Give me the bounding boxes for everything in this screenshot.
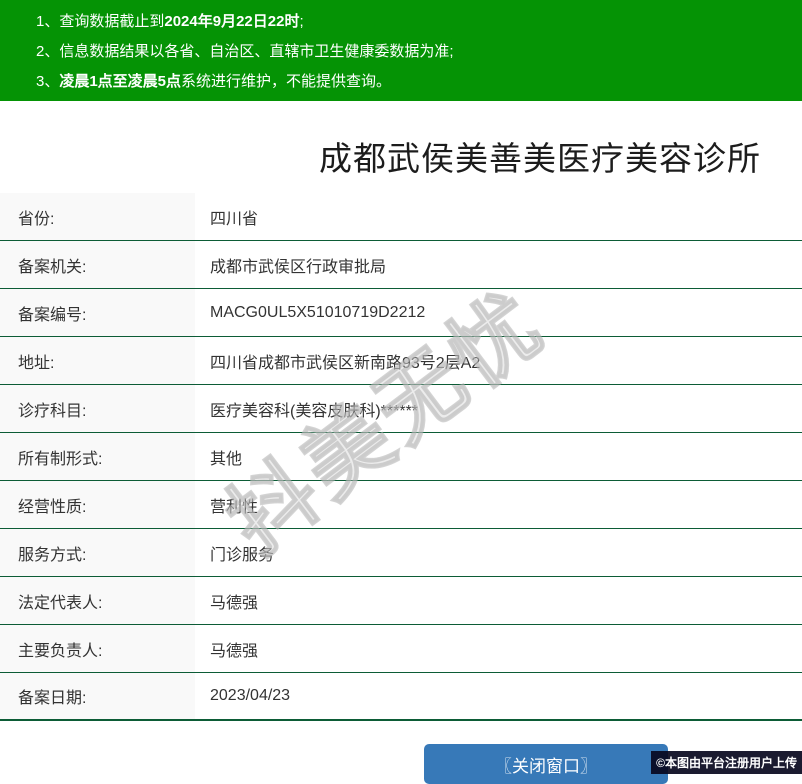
row-value: 门诊服务 (210, 546, 275, 564)
table-row: 备案日期: 2023/04/23 (0, 673, 802, 721)
table-row: 经营性质: 营利性 (0, 481, 802, 529)
row-label: 备案日期: (0, 673, 195, 719)
notice-number: 2、 (36, 43, 60, 60)
record-table: 省份: 四川省 备案机关: 成都市武侯区行政审批局 备案编号: MACG0UL5… (0, 193, 802, 721)
row-value: 四川省 (210, 210, 259, 228)
row-value: 四川省成都市武侯区新南路93号2层A2 (210, 354, 481, 372)
notice-text: 查询数据截止到 (59, 13, 165, 30)
table-row: 地址: 四川省成都市武侯区新南路93号2层A2 (0, 337, 802, 385)
table-row: 法定代表人: 马德强 (0, 577, 802, 625)
row-label: 省份: (0, 193, 195, 240)
row-value: 医疗美容科(美容皮肤科)****** (210, 402, 419, 420)
notice-text-bold: 凌晨1点至凌晨5点 (59, 73, 182, 90)
notice-item: 3、凌晨1点至凌晨5点系统进行维护，不能提供查询。 (36, 67, 802, 97)
row-value: MACG0UL5X51010719D2212 (210, 303, 426, 321)
image-credit-badge: ©本图由平台注册用户上传 (651, 751, 802, 774)
notice-banner: 1、查询数据截止到2024年9月22日22时; 2、信息数据结果以各省、自治区、… (0, 0, 802, 101)
notice-item: 1、查询数据截止到2024年9月22日22时; (36, 7, 802, 37)
row-value: 营利性 (210, 498, 259, 516)
table-row: 所有制形式: 其他 (0, 433, 802, 481)
row-label: 备案编号: (0, 289, 195, 336)
row-value: 2023/04/23 (210, 687, 291, 704)
row-label: 服务方式: (0, 529, 195, 576)
row-value: 成都市武侯区行政审批局 (210, 258, 387, 276)
notice-number: 3、 (36, 73, 60, 90)
table-row: 备案机关: 成都市武侯区行政审批局 (0, 241, 802, 289)
row-label: 所有制形式: (0, 433, 195, 480)
table-row: 省份: 四川省 (0, 193, 802, 241)
notice-number: 1、 (36, 13, 60, 30)
table-row: 备案编号: MACG0UL5X51010719D2212 (0, 289, 802, 337)
table-row: 服务方式: 门诊服务 (0, 529, 802, 577)
row-value: 马德强 (210, 642, 259, 660)
row-label: 诊疗科目: (0, 385, 195, 432)
row-value: 马德强 (210, 594, 259, 612)
row-label: 地址: (0, 337, 195, 384)
row-value: 其他 (210, 450, 243, 468)
notice-list: 1、查询数据截止到2024年9月22日22时; 2、信息数据结果以各省、自治区、… (0, 0, 802, 97)
row-label: 经营性质: (0, 481, 195, 528)
row-label: 备案机关: (0, 241, 195, 288)
row-label: 法定代表人: (0, 577, 195, 624)
table-row: 诊疗科目: 医疗美容科(美容皮肤科)****** (0, 385, 802, 433)
notice-text: 信息数据结果以各省、自治区、直辖市卫生健康委数据为准; (59, 43, 454, 60)
notice-text: ; (299, 13, 304, 30)
notice-item: 2、信息数据结果以各省、自治区、直辖市卫生健康委数据为准; (36, 37, 802, 67)
page-title: 成都武侯美善美医疗美容诊所 (319, 140, 761, 177)
row-label: 主要负责人: (0, 625, 195, 672)
notice-text: 系统进行维护，不能提供查询。 (181, 73, 392, 90)
notice-text-bold: 2024年9月22日22时 (164, 13, 300, 30)
close-window-button[interactable]: 〖关闭窗口〗 (424, 744, 668, 784)
table-row: 主要负责人: 马德强 (0, 625, 802, 673)
